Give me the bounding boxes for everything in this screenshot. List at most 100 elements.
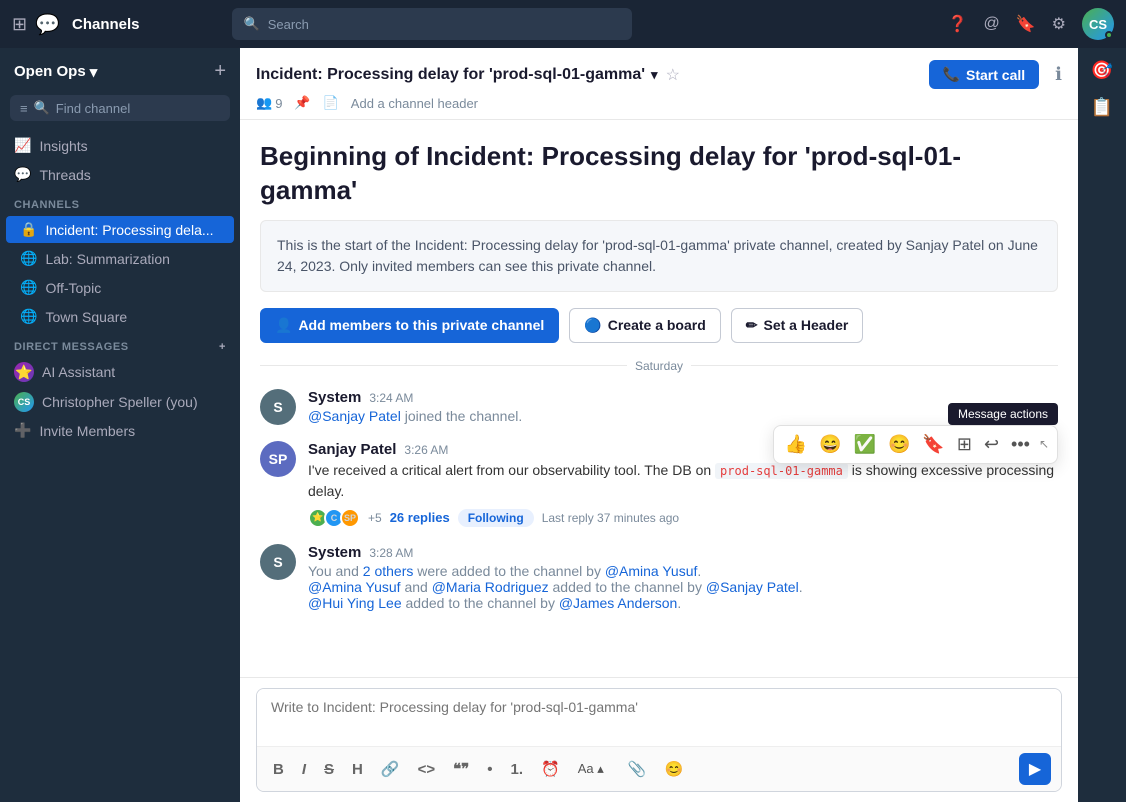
attach-button[interactable]: 📎 <box>622 757 653 781</box>
insights-icon: 📈 <box>14 137 31 154</box>
sidebar-channel-lab[interactable]: 🌐 Lab: Summarization <box>6 245 234 272</box>
mention-amina-1[interactable]: @Amina Yusuf <box>605 563 698 579</box>
bookmark-action-icon[interactable]: 🔖 <box>917 430 949 459</box>
channel-off-topic-label: Off-Topic <box>45 280 101 296</box>
smile-icon[interactable]: 😄 <box>814 430 846 459</box>
mention-amina-2[interactable]: @Amina Yusuf <box>308 579 401 595</box>
mention-maria[interactable]: @Maria Rodriguez <box>432 579 549 595</box>
create-board-button[interactable]: 🔵 Create a board <box>569 308 720 343</box>
channel-title-text: Incident: Processing delay for 'prod-sql… <box>256 66 645 84</box>
create-board-label: Create a board <box>608 317 706 333</box>
code-button[interactable]: <> <box>412 758 442 781</box>
bold-button[interactable]: B <box>267 758 290 781</box>
avatar[interactable]: CS <box>1082 8 1114 40</box>
bullet-list-button[interactable]: • <box>481 758 498 781</box>
dropdown-icon[interactable]: ▾ <box>651 67 658 83</box>
system-avatar-1: S <box>260 389 296 425</box>
ai-assistant-label: AI Assistant <box>42 364 115 380</box>
find-channel-bar[interactable]: ≡ 🔍 Find channel <box>10 95 230 121</box>
message-author-1: System <box>308 389 361 406</box>
settings-icon[interactable]: ⚙ <box>1052 14 1066 34</box>
mention-2-others[interactable]: 2 others <box>363 563 414 579</box>
channel-title-row: Incident: Processing delay for 'prod-sql… <box>256 60 1062 89</box>
apps-icon[interactable]: ⊞ <box>952 430 977 459</box>
beginning-title: Beginning of Incident: Processing delay … <box>260 140 1058 208</box>
last-reply-text: Last reply 37 minutes ago <box>542 511 679 525</box>
workspace-name[interactable]: Open Ops ▾ <box>14 63 97 81</box>
star-icon[interactable]: ☆ <box>666 65 680 85</box>
grid-icon[interactable]: ⊞ <box>12 14 27 35</box>
help-icon[interactable]: ❓ <box>948 14 968 34</box>
plus-icon: ➕ <box>14 422 31 439</box>
workspace-name-label: Open Ops <box>14 63 86 80</box>
message-header-3: System 3:28 AM <box>308 544 1058 561</box>
message-input[interactable] <box>257 689 1061 741</box>
add-members-button[interactable]: 👤 Add members to this private channel <box>260 308 559 343</box>
mention-sanjay-2[interactable]: @Sanjay Patel <box>706 579 799 595</box>
dm-ai-assistant[interactable]: ⭐ AI Assistant <box>0 357 240 387</box>
mention-hui[interactable]: @Hui Ying Lee <box>308 595 402 611</box>
right-sidebar: 🎯 📋 <box>1078 48 1126 802</box>
info-icon[interactable]: ℹ <box>1055 64 1062 85</box>
search-bar[interactable]: 🔍 Search <box>232 8 632 40</box>
clipboard-icon[interactable]: 📋 <box>1091 97 1113 118</box>
search-icon-sidebar: 🔍 <box>34 100 50 116</box>
message-author-2: Sanjay Patel <box>308 441 396 458</box>
message-time-1: 3:24 AM <box>369 391 413 405</box>
more-icon[interactable]: ••• <box>1006 430 1035 459</box>
globe-icon-2: 🌐 <box>20 279 37 296</box>
sidebar-item-threads[interactable]: 💬 Threads <box>0 160 240 189</box>
emoji-picker-button[interactable]: 😊 <box>658 757 689 781</box>
emoji-icon[interactable]: 😊 <box>883 430 915 459</box>
following-badge[interactable]: Following <box>458 509 534 527</box>
message-actions-tooltip: Message actions <box>948 403 1058 425</box>
channel-incident-label: Incident: Processing dela... <box>45 222 213 238</box>
strikethrough-button[interactable]: S <box>318 758 340 781</box>
dm-section-header: DIRECT MESSAGES + <box>0 331 240 357</box>
bookmark-icon[interactable]: 🔖 <box>1016 14 1036 34</box>
quote-button[interactable]: ❝❞ <box>447 757 475 781</box>
channel-desc-text: This is the start of the Incident: Proce… <box>277 237 1038 274</box>
target-icon[interactable]: 🎯 <box>1091 60 1113 81</box>
message-input-area: B I S H 🔗 <> ❝❞ • 1. ⏰ Aa ▴ 📎 😊 ▶ <box>240 677 1078 802</box>
main-layout: Open Ops ▾ + ≡ 🔍 Find channel 📈 Insights… <box>0 48 1126 802</box>
start-call-button[interactable]: 📞 Start call <box>929 60 1040 89</box>
sidebar-channel-incident[interactable]: 🔒 Incident: Processing dela... <box>6 216 234 243</box>
search-icon: 🔍 <box>244 16 260 32</box>
check-icon[interactable]: ✅ <box>849 430 881 459</box>
sanjay-avatar: SP <box>260 441 296 477</box>
invite-members-item[interactable]: ➕ Invite Members <box>0 417 240 444</box>
doc-icon[interactable]: 📄 <box>323 95 339 111</box>
avatar-initials: CS <box>1089 17 1107 32</box>
at-icon[interactable]: @ <box>983 15 999 33</box>
sidebar-add-btn[interactable]: + <box>214 60 226 83</box>
dm-christopher[interactable]: CS Christopher Speller (you) <box>0 387 240 417</box>
mention-sanjay[interactable]: @Sanjay Patel <box>308 408 401 424</box>
link-button[interactable]: 🔗 <box>375 757 406 781</box>
heading-button[interactable]: H <box>346 758 369 781</box>
top-nav-icons: ❓ @ 🔖 ⚙ CS <box>948 8 1114 40</box>
mention-james[interactable]: @James Anderson <box>559 595 678 611</box>
workspace-chevron-icon: ▾ <box>90 63 98 81</box>
font-size-button[interactable]: Aa ▴ <box>572 758 610 780</box>
cursor-indicator: ↖ <box>1037 437 1051 451</box>
set-header-button[interactable]: ✏ Set a Header <box>731 308 864 343</box>
filter-icon: ≡ <box>20 101 28 116</box>
reply-icon[interactable]: ↩ <box>979 430 1004 459</box>
numbered-list-button[interactable]: 1. <box>505 758 530 781</box>
dm-add-btn[interactable]: + <box>219 341 226 353</box>
pinned-icon[interactable]: 📌 <box>294 95 310 111</box>
thumbs-up-icon[interactable]: 👍 <box>780 430 812 459</box>
reply-count[interactable]: 26 replies <box>390 510 450 525</box>
sidebar-item-insights[interactable]: 📈 Insights <box>0 131 240 160</box>
channel-meta-row: 👥 9 📌 📄 Add a channel header <box>256 95 1062 111</box>
time-button[interactable]: ⏰ <box>535 757 566 781</box>
add-header-label[interactable]: Add a channel header <box>351 96 478 111</box>
sidebar-channel-off-topic[interactable]: 🌐 Off-Topic <box>6 274 234 301</box>
italic-button[interactable]: I <box>296 758 312 781</box>
channel-header: Incident: Processing delay for 'prod-sql… <box>240 48 1078 120</box>
send-button[interactable]: ▶ <box>1019 753 1051 785</box>
insights-label: Insights <box>39 138 87 154</box>
system-text-after: joined the channel. <box>405 408 523 424</box>
sidebar-channel-town-square[interactable]: 🌐 Town Square <box>6 303 234 330</box>
